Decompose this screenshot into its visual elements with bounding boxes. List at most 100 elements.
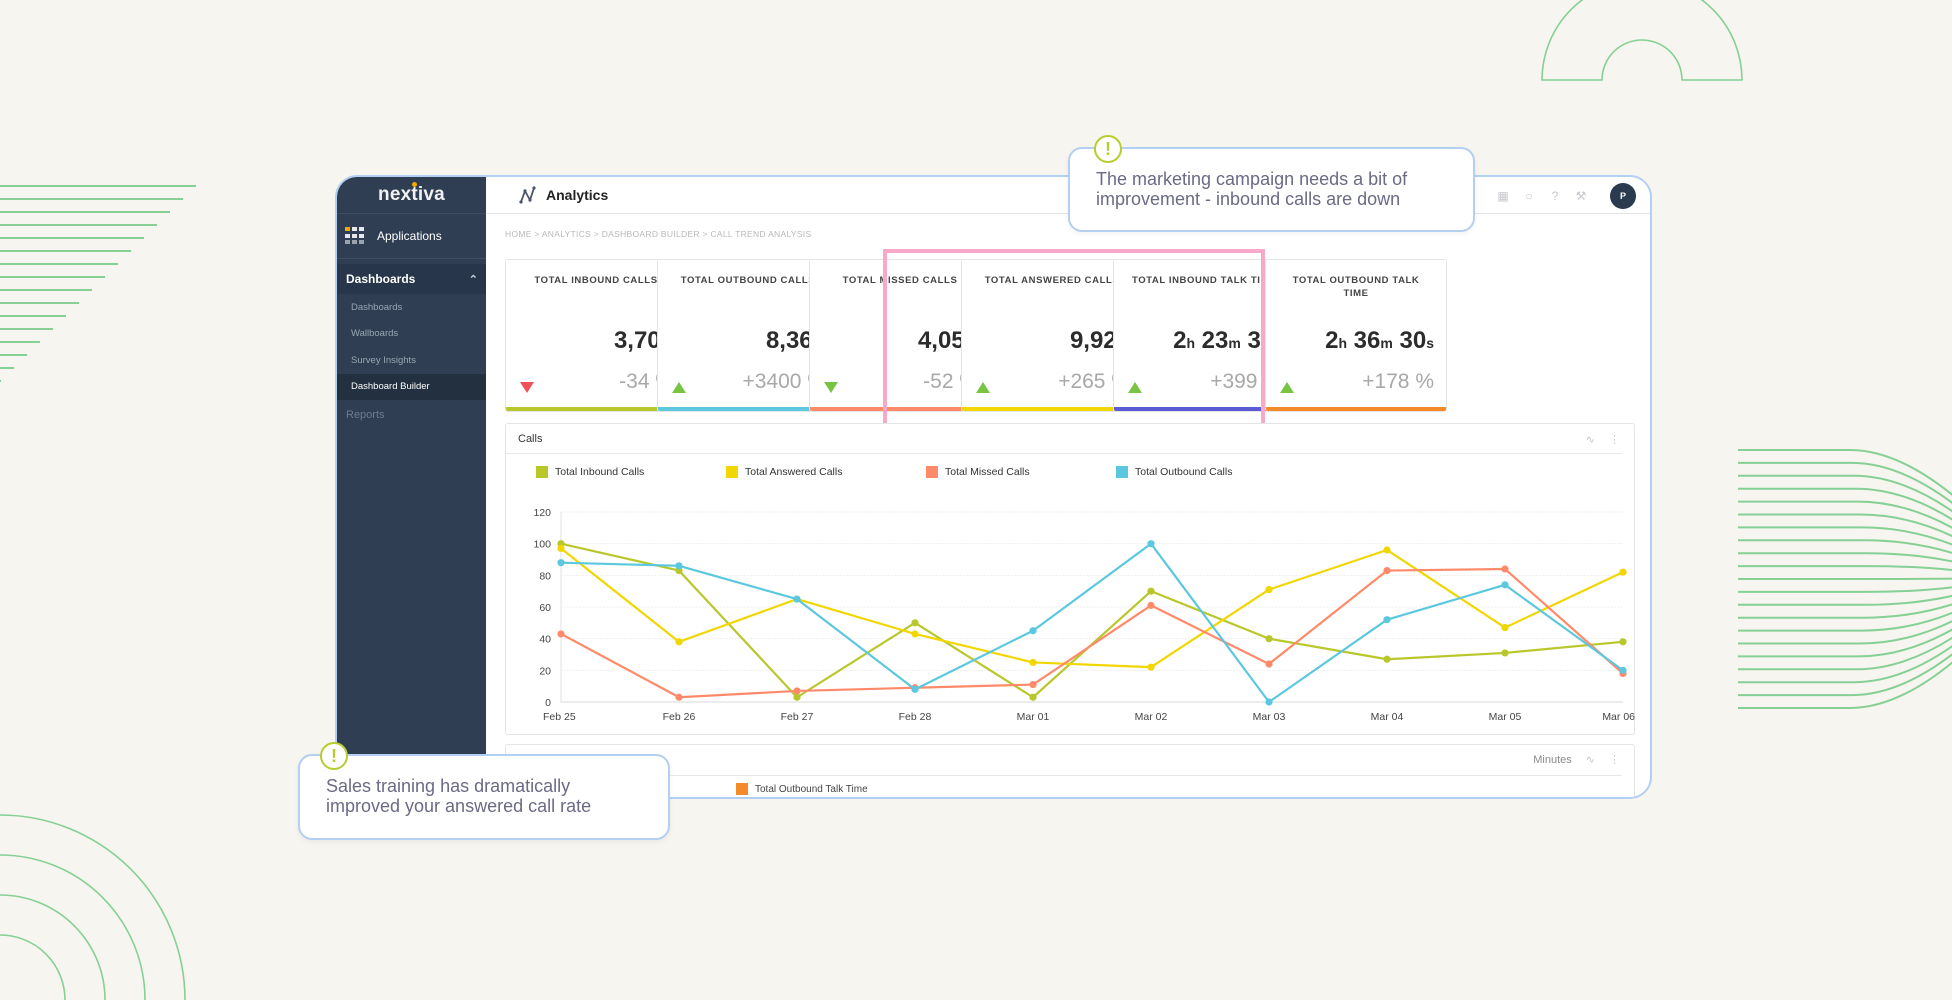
data-point xyxy=(1029,627,1037,635)
kpi-accent-bar xyxy=(1266,407,1446,411)
data-point xyxy=(1029,693,1037,701)
x-tick-label: Feb 27 xyxy=(781,711,814,723)
breadcrumb: HOME > ANALYTICS > DASHBOARD BUILDER > C… xyxy=(505,229,812,239)
decorative-fan-line xyxy=(1738,653,1952,697)
callout-sales-training: ! Sales training has dramatically improv… xyxy=(298,742,670,840)
x-tick-label: Mar 02 xyxy=(1135,711,1168,723)
sidebar-item-dashboard-builder[interactable]: Dashboard Builder xyxy=(337,373,486,400)
decorative-fan-line xyxy=(1738,500,1952,529)
decorative-fan-line xyxy=(1738,628,1952,658)
chat-icon[interactable]: ○ xyxy=(1522,189,1536,203)
divider xyxy=(518,775,1622,776)
callout-marketing: ! The marketing campaign needs a bit of … xyxy=(1068,135,1475,232)
analytics-icon xyxy=(519,186,536,204)
decorative-fan-line xyxy=(1738,513,1952,538)
talk-time-card: Minutes ∿ ⋮ Total Outbound Talk Time xyxy=(505,744,1635,797)
nextiva-logo[interactable]: nextiva xyxy=(337,177,486,214)
data-point xyxy=(1029,658,1037,667)
callout-text: Sales training has dramatically improved… xyxy=(326,776,592,816)
wrench-icon[interactable]: ⚒ xyxy=(1574,189,1588,203)
data-point xyxy=(1383,546,1391,554)
x-tick-label: Mar 03 xyxy=(1253,711,1286,723)
y-tick-label: 40 xyxy=(539,634,551,646)
user-avatar[interactable]: P xyxy=(1610,183,1636,209)
chevron-up-icon[interactable]: ⌃ xyxy=(469,273,478,286)
sidebar-item-applications[interactable]: Applications xyxy=(337,214,486,259)
sidebar-item-reports[interactable]: Reports xyxy=(337,400,486,430)
decorative-fan-line xyxy=(1738,449,1952,496)
help-icon[interactable]: ? xyxy=(1548,189,1562,203)
y-tick-label: 20 xyxy=(539,665,551,677)
kpi-value-h: 2 xyxy=(1173,327,1187,354)
data-point xyxy=(1147,540,1155,548)
decorative-fan-line xyxy=(1738,552,1952,563)
data-point xyxy=(1619,638,1627,646)
sidebar-item-survey-insights[interactable]: Survey Insights xyxy=(337,347,486,374)
data-point xyxy=(793,687,801,695)
trend-up-icon xyxy=(1280,382,1294,393)
kpi-card-outbound-talk-time[interactable]: TOTAL OUTBOUND TALK TIME 2h 36m 30s +178 % xyxy=(1265,259,1447,412)
trend-down-icon xyxy=(520,382,534,393)
legend-label: Total Outbound Talk Time xyxy=(755,783,868,795)
decorative-fan-line xyxy=(1738,487,1952,521)
data-point xyxy=(911,619,919,627)
kpi-value-m: 23 xyxy=(1201,327,1229,354)
data-point xyxy=(911,685,919,693)
decorative-fan-line xyxy=(1738,603,1952,619)
data-point xyxy=(1147,587,1155,595)
kpi-value-h: 2 xyxy=(1325,327,1339,354)
series-line-total-answered-calls xyxy=(560,547,1624,669)
decorative-arch-top xyxy=(1541,0,1743,81)
sidebar-item-dashboards[interactable]: Dashboards xyxy=(337,294,486,321)
data-point xyxy=(557,559,565,567)
data-point xyxy=(1619,568,1627,576)
data-point xyxy=(1501,623,1509,632)
series-line-total-inbound-calls xyxy=(560,542,1624,699)
decorative-fan-right xyxy=(1738,449,1952,709)
series-line-total-outbound-calls xyxy=(560,542,1624,704)
alert-badge-icon: ! xyxy=(1094,135,1122,163)
y-tick-label: 60 xyxy=(539,602,551,614)
data-point xyxy=(1501,581,1509,589)
x-tick-label: Feb 28 xyxy=(899,711,932,723)
legend-swatch xyxy=(736,783,748,795)
sidebar-item-wallboards[interactable]: Wallboards xyxy=(337,321,486,348)
y-tick-label: 120 xyxy=(533,507,551,519)
x-tick-label: Feb 25 xyxy=(543,711,576,723)
x-tick-label: Mar 01 xyxy=(1017,711,1050,723)
calls-line-chart: 0 20 40 60 80 100 120 Feb 25 Feb 26 Feb 27 Feb 28 M… xyxy=(533,507,1635,723)
decorative-lines-left xyxy=(0,185,196,382)
talk-time-legend-item[interactable]: Total Outbound Talk Time xyxy=(736,783,868,795)
decorative-fan-line xyxy=(1738,526,1952,546)
sidebar-section-dashboards[interactable]: Dashboards ⌃ xyxy=(337,264,486,294)
x-tick-label: Mar 05 xyxy=(1489,711,1522,723)
data-point xyxy=(911,630,919,638)
page-title: Analytics xyxy=(546,187,609,203)
kpi-value: 2h 36m 30s xyxy=(1325,327,1434,355)
more-options-icon[interactable]: ⋮ xyxy=(1609,753,1620,766)
kpi-unit-m: m xyxy=(1380,335,1393,351)
trend-down-icon xyxy=(824,382,838,393)
kpi-unit-s: s xyxy=(1426,335,1434,351)
calendar-icon[interactable]: ▦ xyxy=(1496,189,1510,203)
y-tick-label: 80 xyxy=(539,570,551,582)
x-tick-label: Mar 04 xyxy=(1371,711,1404,723)
line-chart-toggle-icon[interactable]: ∿ xyxy=(1586,753,1595,766)
data-point xyxy=(1383,566,1391,575)
decorative-fan-line xyxy=(1738,620,1952,645)
decorative-fan-line xyxy=(1738,636,1952,671)
data-point xyxy=(1265,660,1273,668)
data-point xyxy=(1029,680,1037,689)
x-tick-label: Feb 26 xyxy=(663,711,696,723)
kpi-value-s: 30 xyxy=(1399,327,1427,354)
data-point xyxy=(1383,616,1391,624)
data-point xyxy=(793,595,801,603)
decorative-fan-line xyxy=(1738,645,1952,684)
data-point xyxy=(557,630,565,638)
y-tick-label: 100 xyxy=(533,539,551,551)
decorative-fan-line xyxy=(1738,586,1952,593)
applications-label: Applications xyxy=(377,229,442,243)
dashboards-section-label: Dashboards xyxy=(346,272,416,286)
decorative-fan-line xyxy=(1738,539,1952,554)
trend-up-icon xyxy=(976,382,990,393)
